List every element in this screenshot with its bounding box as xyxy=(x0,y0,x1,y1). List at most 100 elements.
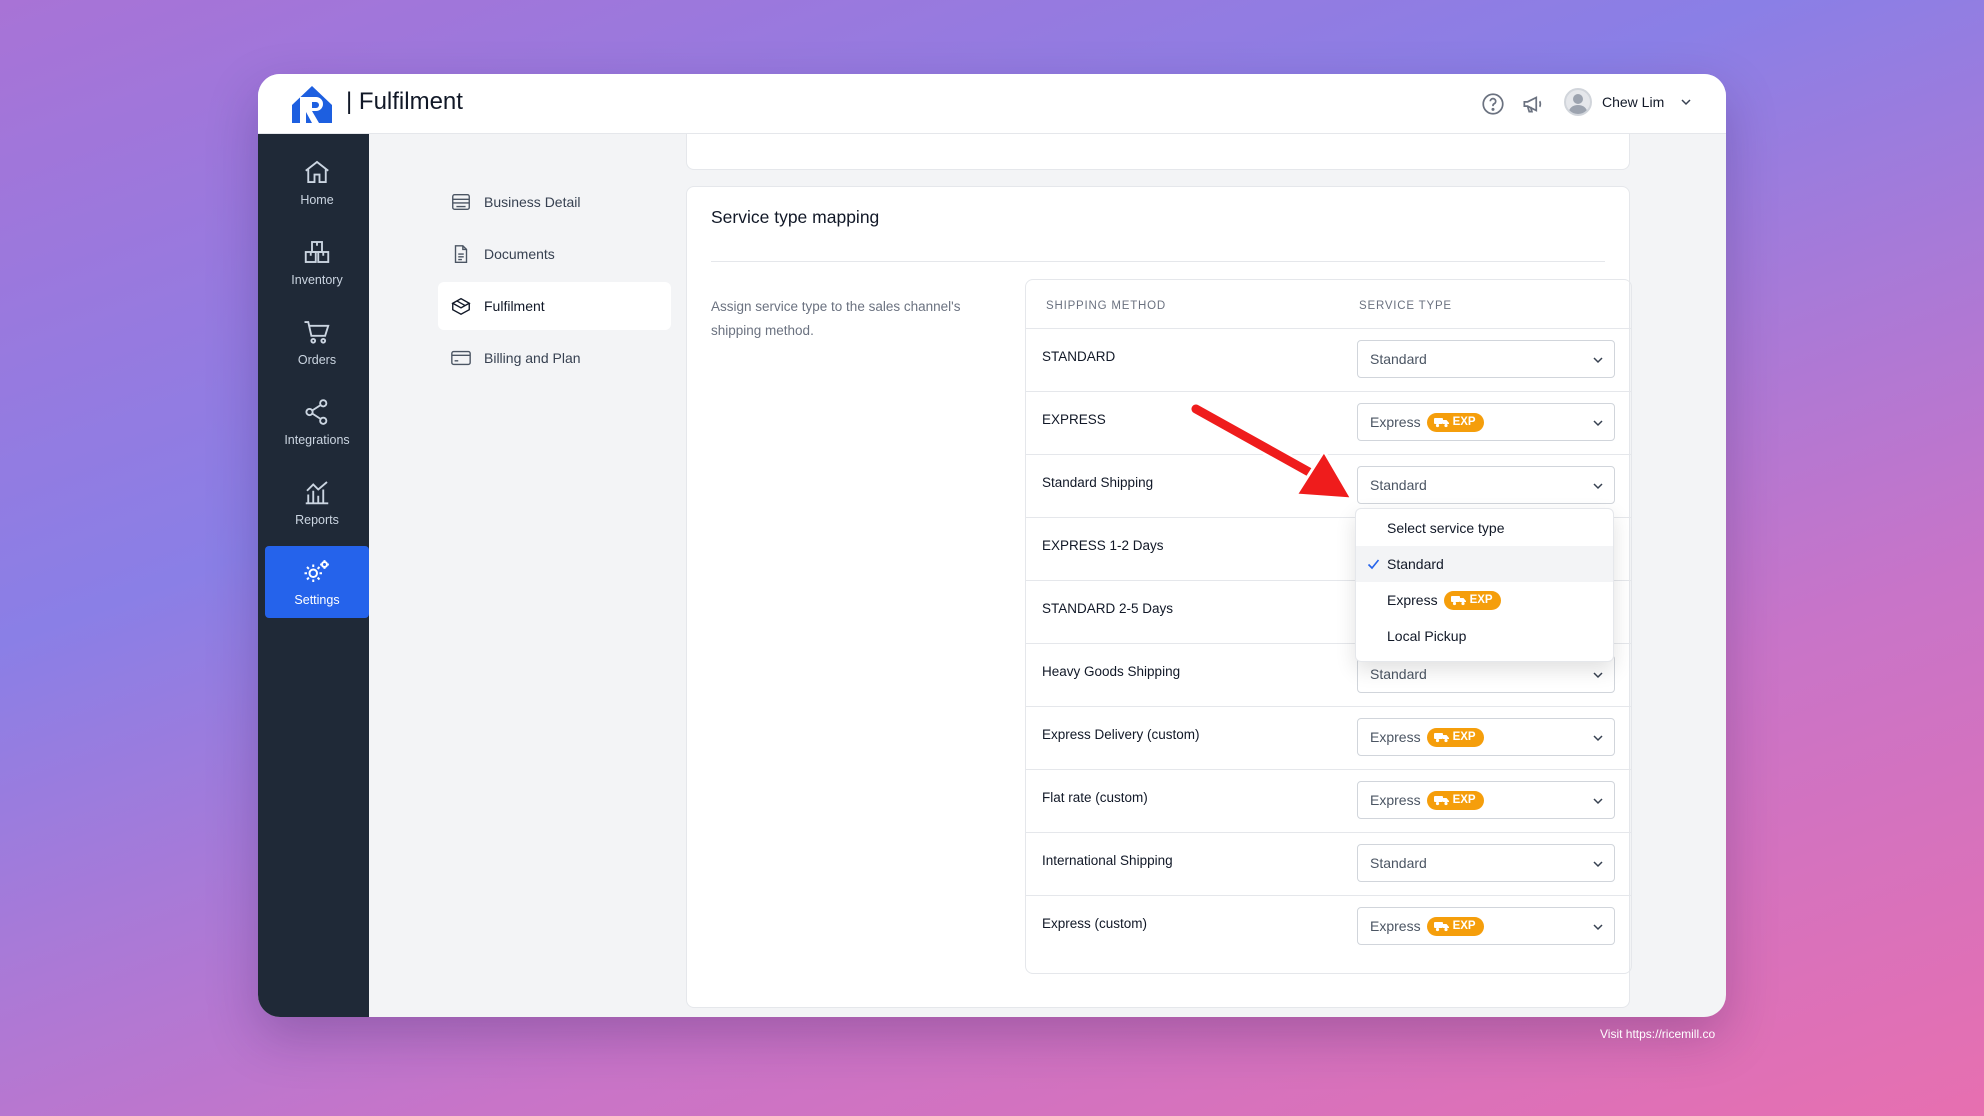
service-type-select[interactable]: Express EXP xyxy=(1357,718,1615,756)
subnav-item-fulfilment[interactable]: Fulfilment xyxy=(438,282,671,330)
service-type-value: Standard xyxy=(1370,666,1427,682)
chevron-down-icon xyxy=(1593,798,1603,805)
divider xyxy=(711,261,1605,262)
sidebar: Home Inventory Orders Integrations Repor… xyxy=(258,134,369,1017)
shipping-method-label: Express Delivery (custom) xyxy=(1042,727,1200,742)
table-row: Flat rate (custom) Express EXP xyxy=(1026,769,1631,832)
settings-subnav: Business Detail Documents Fulfilment Bil… xyxy=(438,178,671,386)
footer-note[interactable]: Visit https://ricemill.co xyxy=(1600,1027,1715,1041)
service-type-value: Standard xyxy=(1370,477,1427,493)
service-type-select[interactable]: Express EXP xyxy=(1357,907,1615,945)
section-description: Assign service type to the sales channel… xyxy=(711,299,961,338)
service-type-value: Express xyxy=(1370,729,1421,745)
app-title: | Fulfilment xyxy=(346,88,463,115)
dropdown-option[interactable]: Express EXP xyxy=(1356,582,1613,618)
shipping-method-label: STANDARD 2-5 Days xyxy=(1042,601,1174,616)
dropdown-option-label: Local Pickup xyxy=(1387,628,1467,644)
column-header-service-type: SERVICE TYPE xyxy=(1359,300,1452,312)
share-icon xyxy=(305,399,328,425)
home-icon xyxy=(305,160,329,183)
sidebar-item-reports[interactable]: Reports xyxy=(265,466,369,538)
app-window: | Fulfilment Chew Lim Home Inventory Ord… xyxy=(258,74,1726,1017)
express-badge: EXP xyxy=(1426,916,1484,936)
shipping-method-label: Standard Shipping xyxy=(1042,475,1154,490)
sidebar-item-home[interactable]: Home xyxy=(265,146,369,218)
service-type-select[interactable]: Standard xyxy=(1357,844,1615,882)
subnav-item-label: Billing and Plan xyxy=(484,350,581,366)
credit-card-icon xyxy=(451,350,471,366)
express-badge: EXP xyxy=(1426,790,1484,810)
service-type-select[interactable]: Express EXP xyxy=(1357,403,1615,441)
subnav-item-documents[interactable]: Documents xyxy=(438,230,671,278)
sidebar-item-label: Orders xyxy=(297,353,337,367)
service-type-value: Express xyxy=(1370,918,1421,934)
service-type-value: Express xyxy=(1370,792,1421,808)
sidebar-item-label: Inventory xyxy=(291,273,343,287)
gears-icon xyxy=(304,560,329,582)
service-type-value: Express xyxy=(1370,414,1421,430)
truck-icon xyxy=(1433,922,1449,932)
column-header-shipping-method: SHIPPING METHOD xyxy=(1046,300,1166,312)
badge-label: EXP xyxy=(1452,920,1476,932)
question-circle-icon[interactable] xyxy=(1480,91,1506,117)
chevron-down-icon xyxy=(1593,357,1603,364)
badge-label: EXP xyxy=(1452,794,1476,806)
avatar xyxy=(1564,88,1592,116)
sidebar-item-integrations[interactable]: Integrations xyxy=(265,386,369,458)
sidebar-item-inventory[interactable]: Inventory xyxy=(265,226,369,298)
checkmark-icon xyxy=(1367,559,1380,570)
dropdown-option-label: Express xyxy=(1387,592,1438,608)
chevron-down-icon xyxy=(1593,861,1603,868)
shipping-method-label: EXPRESS 1-2 Days xyxy=(1042,538,1164,553)
shipping-method-label: Heavy Goods Shipping xyxy=(1042,664,1181,679)
megaphone-icon[interactable] xyxy=(1520,91,1546,117)
user-name: Chew Lim xyxy=(1602,94,1665,110)
chevron-down-icon xyxy=(1593,924,1603,931)
subnav-item-business-detail[interactable]: Business Detail xyxy=(438,178,671,226)
boxes-icon xyxy=(304,241,330,263)
document-icon xyxy=(454,245,468,263)
chevron-down-icon xyxy=(1681,99,1691,106)
shipping-method-label: Flat rate (custom) xyxy=(1042,790,1148,805)
dropdown-option[interactable]: Local Pickup xyxy=(1356,618,1613,654)
truck-icon xyxy=(1433,796,1449,806)
store-icon xyxy=(452,193,470,211)
table-row: Express Delivery (custom) Express EXP xyxy=(1026,706,1631,769)
truck-icon xyxy=(1433,418,1449,428)
shipping-method-label: Express (custom) xyxy=(1042,916,1148,931)
shipping-method-label: STANDARD xyxy=(1042,349,1116,364)
express-badge: EXP xyxy=(1443,590,1501,610)
sidebar-item-label: Settings xyxy=(294,593,340,607)
service-type-select[interactable]: Standard xyxy=(1357,340,1615,378)
dropdown-option-label: Select service type xyxy=(1387,520,1505,536)
chevron-down-icon xyxy=(1593,420,1603,427)
brand-logo-icon[interactable] xyxy=(290,83,334,125)
sidebar-item-settings[interactable]: Settings xyxy=(265,546,369,618)
service-type-select[interactable]: Standard xyxy=(1357,466,1615,504)
annotation-arrow-icon xyxy=(1190,402,1354,501)
chevron-down-icon xyxy=(1593,735,1603,742)
previous-card xyxy=(686,134,1630,170)
table-row: Express (custom) Express EXP xyxy=(1026,895,1631,958)
sidebar-item-label: Home xyxy=(300,193,334,207)
chevron-down-icon xyxy=(1593,483,1603,490)
cart-icon xyxy=(304,321,330,344)
truck-icon xyxy=(1450,596,1466,606)
chart-icon xyxy=(305,481,329,505)
service-type-value: Standard xyxy=(1370,855,1427,871)
section-title: Service type mapping xyxy=(711,207,880,227)
express-badge: EXP xyxy=(1426,727,1484,747)
service-type-select[interactable]: Express EXP xyxy=(1357,781,1615,819)
sidebar-item-orders[interactable]: Orders xyxy=(265,306,369,378)
dropdown-option[interactable]: Select service type xyxy=(1356,510,1613,546)
table-row: International Shipping Standard xyxy=(1026,832,1631,895)
dropdown-option[interactable]: Standard xyxy=(1356,546,1613,582)
user-menu[interactable]: Chew Lim xyxy=(1564,88,1692,116)
subnav-item-label: Documents xyxy=(484,246,555,262)
dropdown-option-label: Standard xyxy=(1387,556,1444,572)
subnav-item-label: Business Detail xyxy=(484,194,581,210)
badge-label: EXP xyxy=(1452,731,1476,743)
subnav-item-billing[interactable]: Billing and Plan xyxy=(438,334,671,382)
table-row: STANDARD Standard xyxy=(1026,328,1631,391)
badge-label: EXP xyxy=(1452,416,1476,428)
